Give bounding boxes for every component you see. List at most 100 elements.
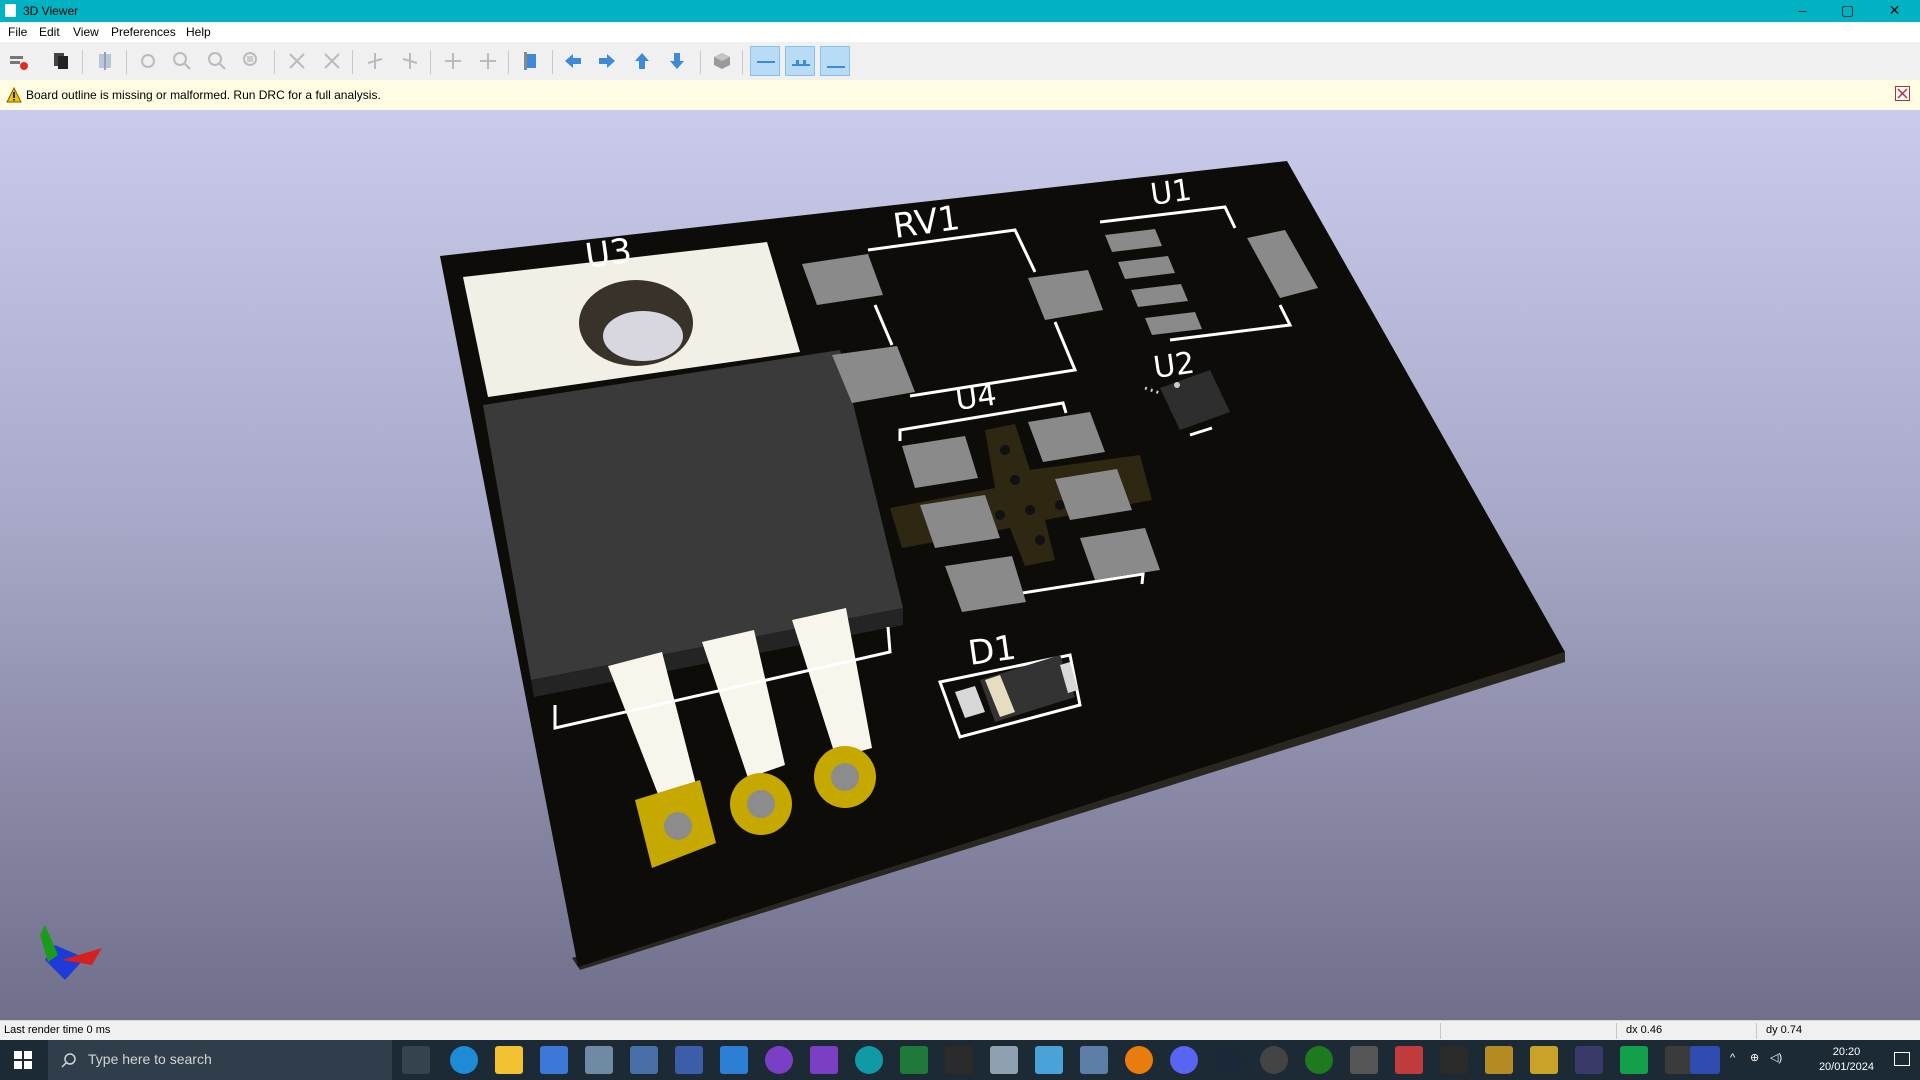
file-explorer-icon[interactable] [495, 1046, 523, 1074]
app-icon-16[interactable] [1080, 1046, 1108, 1074]
taskbar-clock[interactable]: 20:20 20/01/2024 [1819, 1045, 1874, 1075]
terminal-icon[interactable] [945, 1046, 973, 1074]
u4-label: U4 [953, 378, 999, 418]
layer-bottom-icon [827, 66, 845, 68]
rotate-y-cw-button[interactable] [360, 46, 390, 76]
app-icon-5[interactable] [585, 1046, 613, 1074]
app-icon-22[interactable] [1350, 1046, 1378, 1074]
app-icon-26[interactable] [1530, 1046, 1558, 1074]
pan-up-button[interactable] [627, 46, 657, 76]
notifications-icon[interactable] [1894, 1052, 1910, 1066]
app-icon-7[interactable] [675, 1046, 703, 1074]
rotate-z-ccw-button[interactable] [473, 46, 503, 76]
pan-down-button[interactable] [662, 46, 692, 76]
copy-icon [54, 53, 68, 69]
refresh-icon [141, 54, 155, 68]
wow-icon[interactable] [1485, 1046, 1513, 1074]
u2-label: U2 [1151, 346, 1197, 386]
arduino-icon[interactable] [855, 1046, 883, 1074]
reload-icon [10, 56, 28, 70]
rotate-z-cw-button[interactable] [438, 46, 468, 76]
dx-readout: dx 0.46 [1626, 1024, 1663, 1036]
zoom-out-button[interactable] [202, 46, 232, 76]
layer-mid-button[interactable] [785, 46, 815, 76]
raytrace-button[interactable] [90, 46, 120, 76]
taskbar-search[interactable]: Type here to search [48, 1040, 392, 1080]
chevron-up-icon[interactable]: ^ [1730, 1052, 1735, 1064]
pan-left-icon [565, 54, 581, 68]
menu-file[interactable]: File [8, 25, 27, 39]
app-icon-23[interactable] [1395, 1046, 1423, 1074]
flip-board-button[interactable] [516, 46, 546, 76]
app-icon-27[interactable] [1575, 1046, 1603, 1074]
refresh-button[interactable] [133, 46, 163, 76]
edge-icon[interactable] [450, 1046, 478, 1074]
dy-readout: dy 0.74 [1766, 1024, 1803, 1036]
github-icon[interactable] [765, 1046, 793, 1074]
steam-icon[interactable] [1215, 1046, 1243, 1074]
zoom-fit-button[interactable] [237, 46, 267, 76]
rotate-y-ccw-button[interactable] [395, 46, 425, 76]
menubar: File Edit View Preferences Help [0, 22, 1920, 42]
xbox-icon[interactable] [1305, 1046, 1333, 1074]
globe-icon[interactable]: ⊕ [1750, 1051, 1759, 1064]
menu-preferences[interactable]: Preferences [111, 25, 176, 39]
rotate-x-cw-button[interactable] [282, 46, 312, 76]
pan-right-button[interactable] [592, 46, 622, 76]
maximize-button[interactable]: ▢ [1825, 0, 1870, 22]
app-icon-15[interactable] [1035, 1046, 1063, 1074]
infobar-message: Board outline is missing or malformed. R… [26, 88, 381, 102]
zoom-in-icon [173, 52, 191, 70]
discord-icon[interactable] [1170, 1046, 1198, 1074]
windows-icon [14, 1051, 32, 1069]
close-button[interactable]: ✕ [1872, 0, 1917, 22]
unity-icon[interactable] [1665, 1046, 1693, 1074]
layer-bottom-button[interactable] [820, 46, 850, 76]
layer-top-button[interactable] [750, 46, 780, 76]
clock-time: 20:20 [1832, 1046, 1861, 1058]
taskbar: Type here to search ^ ⊕ ◁) 20:20 20/01/2… [0, 1040, 1920, 1080]
close-icon [1897, 88, 1908, 99]
app-icon [5, 4, 16, 17]
3d-canvas[interactable]: U3 RV1 U1 U2 U4 D1 [0, 110, 1920, 1020]
obs-icon[interactable] [1260, 1046, 1288, 1074]
layer-top-icon [757, 61, 775, 63]
start-button[interactable] [0, 1040, 46, 1080]
search-icon [61, 1053, 76, 1068]
raytrace-icon [99, 52, 111, 70]
ortho-button[interactable] [707, 46, 737, 76]
chat-icon[interactable] [1620, 1046, 1648, 1074]
app-icon-6[interactable] [630, 1046, 658, 1074]
warning-infobar: Board outline is missing or malformed. R… [0, 80, 1920, 111]
app-icon-24[interactable] [1440, 1046, 1468, 1074]
rotate-x-cw-icon [289, 53, 305, 69]
axes-gizmo [40, 925, 102, 980]
minimize-button[interactable]: – [1780, 0, 1825, 22]
blender-icon[interactable] [1125, 1046, 1153, 1074]
zoom-out-icon [208, 52, 226, 70]
window-title: 3D Viewer [23, 4, 79, 18]
rotate-y-ccw-icon [402, 53, 418, 69]
reload-board-button[interactable] [4, 46, 34, 76]
pan-down-icon [670, 53, 684, 69]
menu-help[interactable]: Help [186, 25, 211, 39]
pcb-render: U3 RV1 U1 U2 U4 D1 [40, 161, 1565, 980]
zoom-in-button[interactable] [167, 46, 197, 76]
task-view-icon[interactable] [402, 1046, 430, 1074]
kicad-icon[interactable] [1690, 1046, 1720, 1074]
vs-code-icon[interactable] [720, 1046, 748, 1074]
visual-studio-icon[interactable] [810, 1046, 838, 1074]
menu-edit[interactable]: Edit [39, 25, 60, 39]
pan-left-button[interactable] [558, 46, 588, 76]
infobar-close-button[interactable] [1895, 86, 1910, 101]
app-icon-14[interactable] [990, 1046, 1018, 1074]
warning-icon [6, 87, 22, 103]
rotate-x-ccw-button[interactable] [317, 46, 347, 76]
copy-image-button[interactable] [46, 46, 76, 76]
volume-icon[interactable]: ◁) [1770, 1051, 1782, 1064]
store-icon[interactable] [540, 1046, 568, 1074]
zoom-fit-icon [243, 52, 257, 66]
rotate-z-cw-icon [445, 53, 461, 69]
excel-icon[interactable] [900, 1046, 928, 1074]
menu-view[interactable]: View [73, 25, 99, 39]
